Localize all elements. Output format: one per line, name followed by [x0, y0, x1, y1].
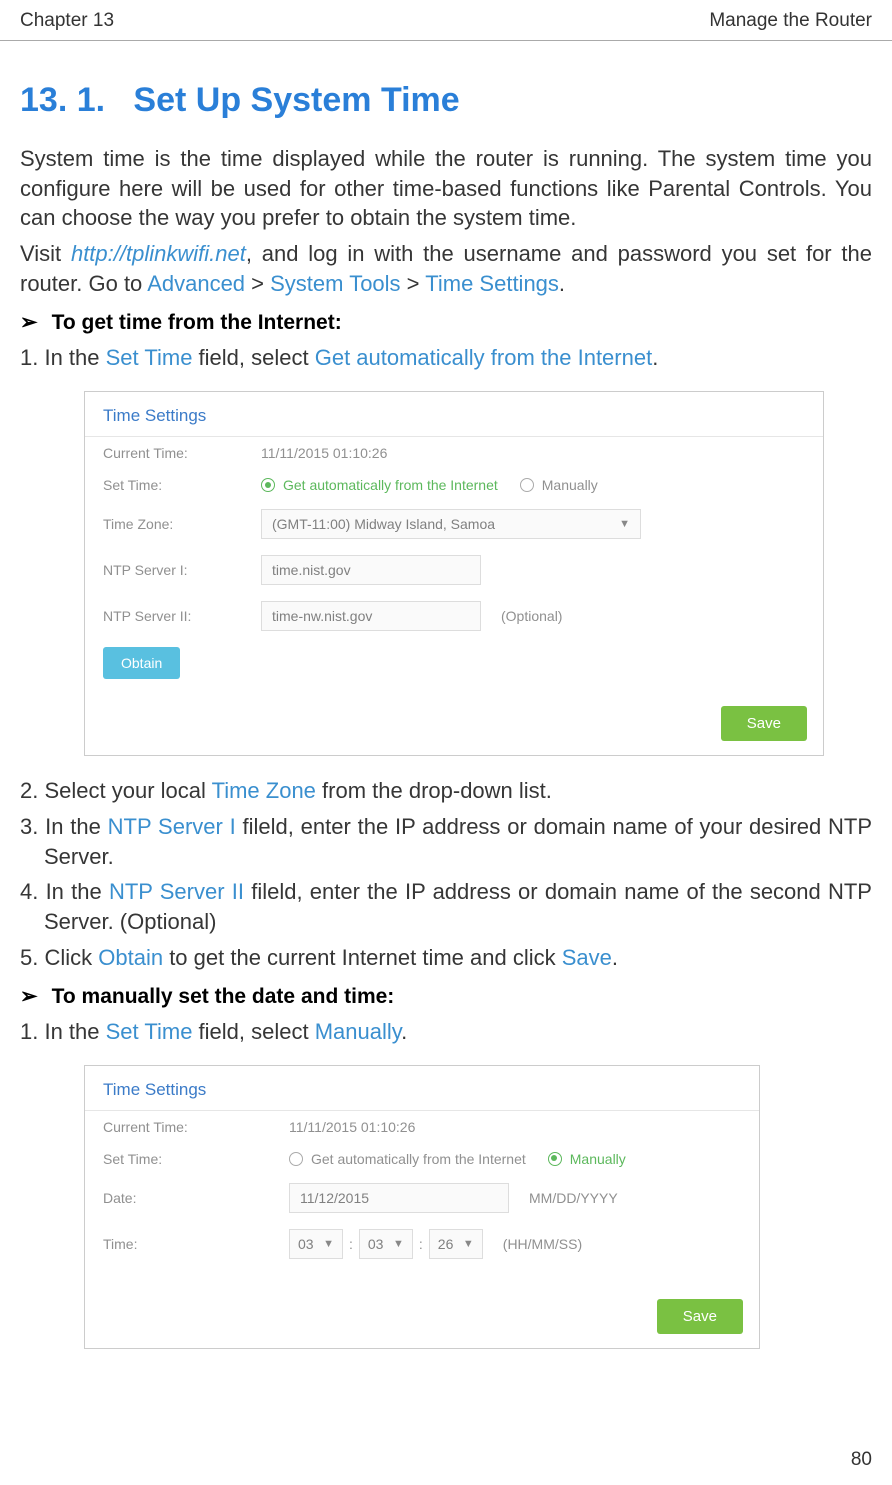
- date-format-hint: MM/DD/YYYY: [529, 1190, 618, 1206]
- page-number: 80: [851, 1449, 872, 1471]
- current-time-value: 11/11/2015 01:10:26: [289, 1119, 415, 1135]
- time-settings-panel-manual: Time Settings Current Time: 11/11/2015 0…: [84, 1065, 760, 1349]
- radio-dot-icon: [261, 478, 275, 492]
- chevron-down-icon: ▼: [463, 1238, 474, 1250]
- radio-manual[interactable]: Manually: [520, 477, 598, 493]
- chevron-down-icon: ▼: [619, 518, 630, 530]
- radio-manual[interactable]: Manually: [548, 1151, 626, 1167]
- current-time-label: Current Time:: [103, 1119, 289, 1135]
- hour-select[interactable]: 03▼: [289, 1229, 343, 1259]
- set-time-label: Set Time:: [103, 477, 261, 493]
- timezone-select[interactable]: (GMT-11:00) Midway Island, Samoa ▼: [261, 509, 641, 539]
- step-manual-1: 1. In the Set Time field, select Manuall…: [20, 1017, 872, 1047]
- section-name: Set Up System Time: [133, 81, 459, 119]
- optional-hint: (Optional): [501, 608, 562, 624]
- intro-paragraph-1: System time is the time displayed while …: [20, 144, 872, 233]
- nav-advanced: Advanced: [147, 271, 245, 296]
- ntp2-label: NTP Server II:: [103, 608, 261, 624]
- ntp1-input[interactable]: time.nist.gov: [261, 555, 481, 585]
- current-time-value: 11/11/2015 01:10:26: [261, 445, 387, 461]
- radio-dot-icon: [289, 1152, 303, 1166]
- save-button[interactable]: Save: [721, 706, 807, 741]
- nav-system-tools: System Tools: [270, 271, 400, 296]
- header-title: Manage the Router: [709, 10, 872, 32]
- step-5: 5. Click Obtain to get the current Inter…: [20, 943, 872, 973]
- timezone-label: Time Zone:: [103, 516, 261, 532]
- minute-select[interactable]: 03▼: [359, 1229, 413, 1259]
- radio-auto[interactable]: Get automatically from the Internet: [289, 1151, 526, 1167]
- ntp2-input[interactable]: time-nw.nist.gov: [261, 601, 481, 631]
- ntp1-label: NTP Server I:: [103, 562, 261, 578]
- section-heading: 13. 1. Set Up System Time: [20, 81, 872, 120]
- url-link: http://tplinkwifi.net: [71, 241, 246, 266]
- time-settings-panel-auto: Time Settings Current Time: 11/11/2015 0…: [84, 391, 824, 756]
- save-button[interactable]: Save: [657, 1299, 743, 1334]
- nav-time-settings: Time Settings: [425, 271, 559, 296]
- second-select[interactable]: 26▼: [429, 1229, 483, 1259]
- current-time-label: Current Time:: [103, 445, 261, 461]
- time-format-hint: (HH/MM/SS): [503, 1236, 582, 1252]
- radio-dot-icon: [520, 478, 534, 492]
- section-number: 13. 1.: [20, 81, 105, 119]
- intro-paragraph-2: Visit http://tplinkwifi.net, and log in …: [20, 239, 872, 298]
- chevron-down-icon: ▼: [393, 1238, 404, 1250]
- date-label: Date:: [103, 1190, 289, 1206]
- subheading-internet-time: ➢To get time from the Internet:: [20, 310, 872, 335]
- chevron-down-icon: ▼: [323, 1238, 334, 1250]
- radio-auto[interactable]: Get automatically from the Internet: [261, 477, 498, 493]
- subheading-manual-time: ➢To manually set the date and time:: [20, 984, 872, 1009]
- time-label: Time:: [103, 1236, 289, 1252]
- date-input[interactable]: 11/12/2015: [289, 1183, 509, 1213]
- step-1: 1. In the Set Time field, select Get aut…: [20, 343, 872, 373]
- panel-title: Time Settings: [85, 392, 823, 437]
- panel-title: Time Settings: [85, 1066, 759, 1111]
- obtain-button[interactable]: Obtain: [103, 647, 180, 679]
- radio-dot-icon: [548, 1152, 562, 1166]
- chapter-label: Chapter 13: [20, 10, 114, 32]
- step-2: 2. Select your local Time Zone from the …: [20, 776, 872, 806]
- step-4: 4. In the NTP Server II fileld, enter th…: [20, 877, 872, 936]
- set-time-label: Set Time:: [103, 1151, 289, 1167]
- step-3: 3. In the NTP Server I fileld, enter the…: [20, 812, 872, 871]
